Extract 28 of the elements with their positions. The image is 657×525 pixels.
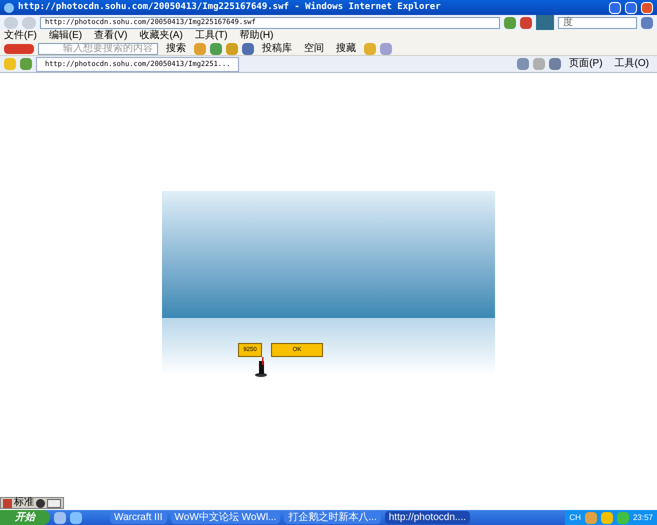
window-title: http://photocdn.sohu.com/20050413/Img225167649.swf - Windows Internet Explorer (18, 0, 442, 14)
taskbar-button[interactable]: http://photocdn.... (384, 511, 470, 524)
menu-item[interactable]: 文件(F) (4, 31, 37, 41)
menu-item[interactable]: 查看(V) (94, 31, 128, 41)
close-button[interactable] (641, 2, 653, 14)
toolbar-button[interactable]: 空间 (300, 44, 328, 54)
forward-button[interactable] (22, 16, 36, 28)
taskbar-button[interactable]: 打企鹅之时新本八... (284, 511, 381, 524)
taskbar-button[interactable]: Warcraft III (110, 511, 167, 524)
command-button[interactable]: 页面(P) (565, 59, 607, 69)
command-button[interactable]: 工具(O) (610, 59, 653, 69)
menu-item[interactable]: 工具(T) (194, 31, 228, 41)
refresh-icon[interactable] (504, 16, 516, 28)
back-button[interactable] (4, 16, 18, 28)
toolbar-button[interactable]: 搜藏 (332, 44, 360, 54)
ime-mode-button[interactable]: 标准 (14, 498, 34, 508)
menu-item[interactable]: 编辑(E) (48, 31, 82, 41)
taskbar-button[interactable]: WoW中文论坛 WoWl... (170, 511, 280, 524)
penguin-drawing (252, 357, 270, 377)
search-field[interactable]: 度 (558, 16, 637, 28)
toolbar-button[interactable]: 投稿库 (258, 44, 296, 54)
restore-button[interactable] (625, 2, 637, 14)
clock: 23:57 (632, 512, 653, 524)
minimize-button[interactable] (609, 2, 621, 14)
menu-item[interactable]: 帮助(H) (240, 31, 274, 41)
menu-item[interactable]: 收藏夹(A) (139, 31, 183, 41)
search-button[interactable]: 搜索 (162, 44, 190, 54)
stop-icon[interactable] (520, 16, 532, 28)
